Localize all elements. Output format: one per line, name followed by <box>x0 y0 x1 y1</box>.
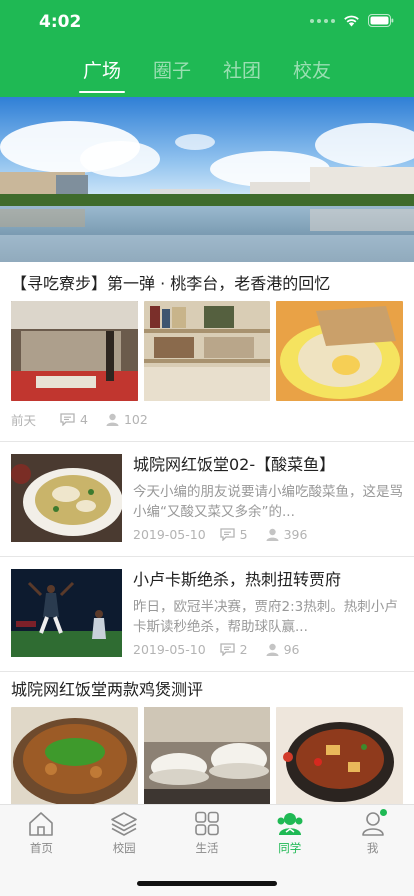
post-excerpt: 今天小编的朋友说要请小编吃酸菜鱼，这是骂小编“又酸又菜又多余”的... <box>133 484 403 520</box>
comment-icon <box>220 527 235 541</box>
tab-alumni[interactable]: 校友 <box>291 56 333 93</box>
view-count: 102 <box>106 412 148 427</box>
post-images <box>11 707 404 807</box>
post-image-rice-bowls[interactable] <box>143 707 271 807</box>
comment-count: 2 <box>220 642 248 657</box>
post-image-chicken-pot[interactable] <box>11 707 138 807</box>
tabbar-home-label: 首页 <box>29 841 53 855</box>
row-post[interactable]: 小卢卡斯绝杀，热刺扭转贾府 昨日，欧冠半决赛，贾府2:3热刺。热刺小卢卡斯读秒绝… <box>0 569 414 661</box>
post-images <box>11 301 404 401</box>
post-title[interactable]: 【寻吃寮步】第一弹 · 桃李台，老香港的回忆 <box>11 271 403 297</box>
post-title[interactable]: 小卢卡斯绝杀，热刺扭转贾府 <box>133 569 403 591</box>
gallery-post[interactable]: 城院网红饭堂两款鸡煲测评 <box>0 677 414 807</box>
wifi-icon <box>343 14 360 27</box>
comment-count: 4 <box>60 412 88 427</box>
status-time: 4:02 <box>39 12 82 32</box>
post-image-restaurant[interactable] <box>11 301 138 401</box>
comment-count: 5 <box>220 527 248 542</box>
post-meta: 2019-05-10 5 396 <box>133 524 403 544</box>
tabbar-classmates-label: 同学 <box>278 841 302 855</box>
tabbar-campus-label: 校园 <box>112 841 136 855</box>
post-image-dessert[interactable] <box>276 301 404 401</box>
tabbar-home[interactable]: 首页 <box>0 805 83 896</box>
tabbar-me-label: 我 <box>366 841 379 855</box>
top-tabs: 广场 圈子 社团 校友 <box>0 56 414 93</box>
post-time: 前天 <box>11 412 37 428</box>
feed-list: 【寻吃寮步】第一弹 · 桃李台，老香港的回忆 前天 4 102 城院网红饭堂02… <box>0 262 414 807</box>
gallery-post[interactable]: 【寻吃寮步】第一弹 · 桃李台，老香港的回忆 前天 4 102 <box>0 271 414 442</box>
post-title[interactable]: 城院网红饭堂02-【酸菜鱼】 <box>133 454 403 476</box>
post-meta: 前天 4 102 <box>11 409 403 429</box>
tab-circles[interactable]: 圈子 <box>151 56 193 93</box>
tabbar-life-label: 生活 <box>195 841 219 855</box>
tabbar-me[interactable]: 我 <box>331 805 414 896</box>
comment-icon <box>60 412 75 426</box>
home-indicator <box>137 881 277 886</box>
post-excerpt: 昨日，欧冠半决赛，贾府2:3热刺。热刺小卢卡斯读秒绝杀，帮助球队赢... <box>133 599 398 635</box>
grid-icon <box>195 811 219 836</box>
post-title[interactable]: 城院网红饭堂两款鸡煲测评 <box>11 677 403 703</box>
divider <box>0 671 414 672</box>
post-body: 城院网红饭堂02-【酸菜鱼】 今天小编的朋友说要请小编吃酸菜鱼，这是骂小编“又酸… <box>133 454 403 546</box>
post-date: 2019-05-10 <box>133 641 206 657</box>
post-image-bookshelf[interactable] <box>143 301 271 401</box>
comment-icon <box>220 642 235 656</box>
banner-image[interactable] <box>0 97 414 262</box>
row-post[interactable]: 城院网红饭堂02-【酸菜鱼】 今天小编的朋友说要请小编吃酸菜鱼，这是骂小编“又酸… <box>0 454 414 546</box>
post-image-football[interactable] <box>11 569 122 657</box>
status-indicators <box>310 14 394 27</box>
post-image-fish-soup[interactable] <box>11 454 122 542</box>
user-icon <box>266 643 279 656</box>
view-count: 96 <box>266 642 300 657</box>
post-meta: 2019-05-10 2 96 <box>133 639 403 659</box>
divider <box>0 556 414 557</box>
top-header: 4:02 广场 圈子 社团 校友 <box>0 0 414 97</box>
divider <box>0 441 414 442</box>
post-image-braised-chicken[interactable] <box>276 707 404 807</box>
home-icon <box>29 812 54 836</box>
user-icon <box>106 413 119 426</box>
user-icon <box>266 528 279 541</box>
post-body: 小卢卡斯绝杀，热刺扭转贾府 昨日，欧冠半决赛，贾府2:3热刺。热刺小卢卡斯读秒绝… <box>133 569 403 661</box>
post-date: 2019-05-10 <box>133 526 206 542</box>
tab-square[interactable]: 广场 <box>79 56 125 93</box>
signal-icon <box>310 18 335 23</box>
battery-icon <box>368 14 394 27</box>
classmates-icon <box>277 813 303 835</box>
layers-icon <box>111 812 137 836</box>
view-count: 396 <box>266 527 307 542</box>
tab-clubs[interactable]: 社团 <box>221 56 263 93</box>
